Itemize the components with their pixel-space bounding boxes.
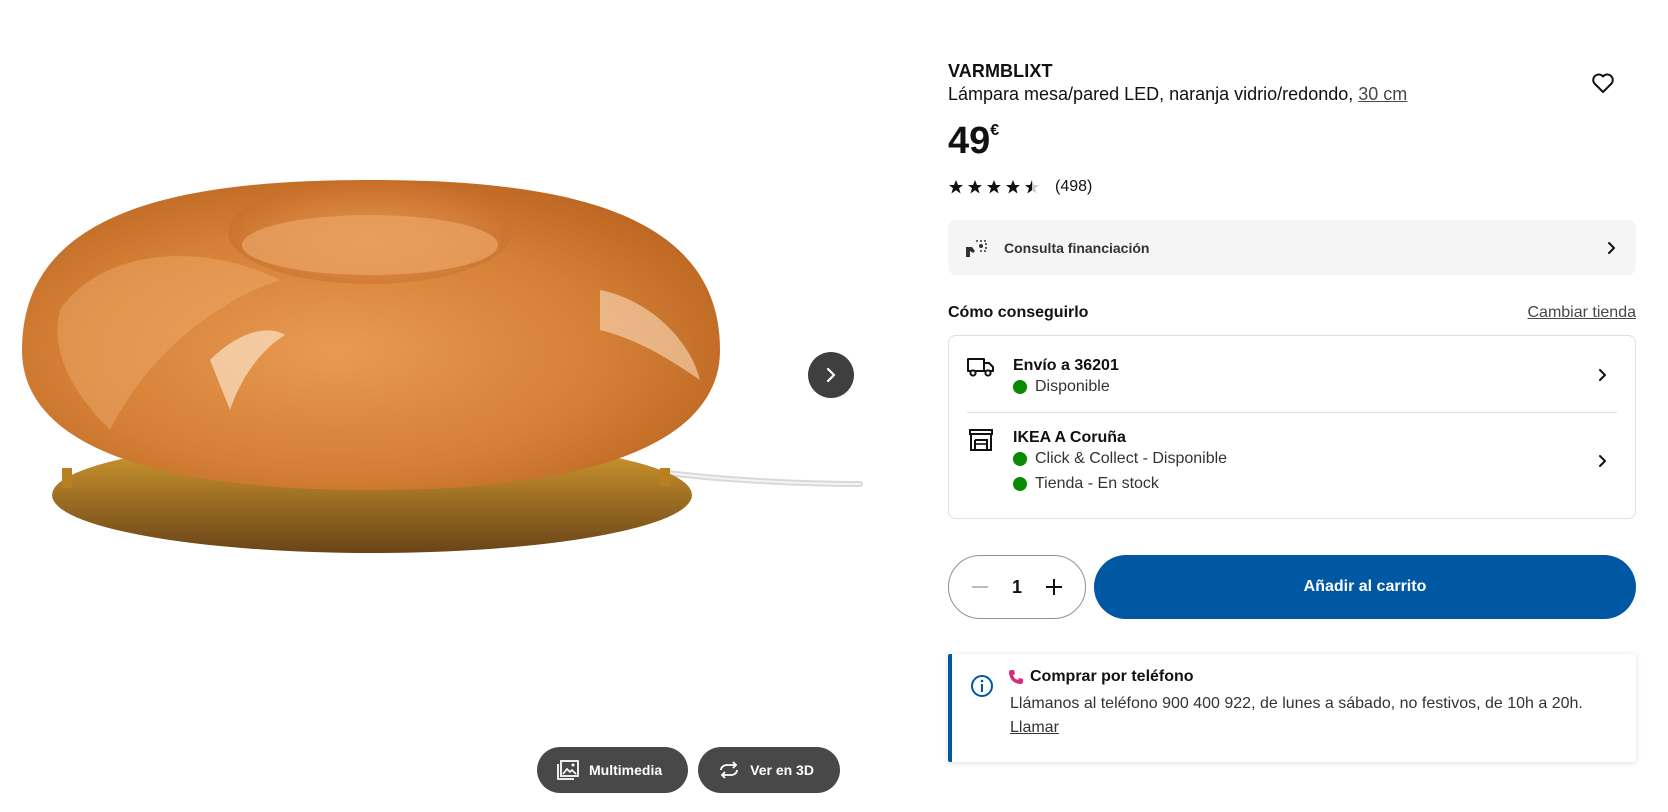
store-stock-status: Tienda - En stock: [1013, 473, 1617, 495]
product-panel: VARMBLIXT Lámpara mesa/pared LED, naranj…: [948, 0, 1636, 812]
product-rating[interactable]: (498): [948, 178, 1092, 196]
heart-icon[interactable]: [1590, 70, 1616, 96]
chevron-right-icon: [1608, 241, 1615, 254]
star-icon: [968, 180, 982, 194]
next-image-button[interactable]: [808, 352, 854, 398]
how-to-get-heading: Cómo conseguirlo: [948, 304, 1089, 321]
price-currency: €: [990, 122, 1000, 139]
quantity-value[interactable]: 1: [1012, 577, 1022, 598]
rating-stars: [948, 179, 1040, 195]
delivery-status-text: Disponible: [1035, 378, 1110, 395]
delivery-option[interactable]: Envío a 36201 Disponible: [967, 356, 1617, 400]
change-store-link[interactable]: Cambiar tienda: [1528, 304, 1637, 322]
financing-icon: [966, 239, 987, 257]
media-buttons: Multimedia Ver en 3D: [537, 747, 840, 793]
available-dot: [1013, 380, 1027, 394]
increase-quantity-button[interactable]: [1043, 576, 1065, 598]
minus-icon: [972, 586, 988, 588]
product-description-text: Lámpara mesa/pared LED, naranja vidrio/r…: [948, 84, 1359, 104]
phone-icon: [1009, 670, 1023, 684]
buy-by-phone-box: Comprar por teléfono Llámanos al teléfon…: [948, 654, 1636, 762]
product-description: Lámpara mesa/pared LED, naranja vidrio/r…: [948, 84, 1407, 105]
in-stock-dot: [1013, 477, 1027, 491]
product-price: 49€: [948, 120, 999, 162]
review-count: (498): [1055, 178, 1093, 195]
store-option[interactable]: IKEA A Coruña Click & Collect - Disponib…: [967, 428, 1617, 500]
star-icon: [1025, 180, 1039, 194]
store-icon: [967, 428, 997, 500]
decrease-quantity-button[interactable]: [969, 576, 991, 598]
chevron-right-icon: [1599, 369, 1606, 381]
multimedia-button[interactable]: Multimedia: [537, 747, 689, 793]
buy-by-phone-title: Comprar por teléfono: [1008, 668, 1194, 686]
view-3d-button[interactable]: Ver en 3D: [698, 747, 840, 793]
quantity-stepper: 1: [948, 555, 1086, 619]
view-3d-label: Ver en 3D: [750, 762, 814, 778]
lamp-product-image[interactable]: [0, 150, 870, 590]
financing-row[interactable]: Consulta financiación: [948, 220, 1636, 275]
call-link[interactable]: Llamar: [1010, 719, 1059, 737]
info-icon: [971, 675, 993, 697]
truck-icon: [967, 356, 997, 400]
chevron-right-icon: [1599, 455, 1606, 467]
star-icon: [1006, 180, 1020, 194]
product-name: VARMBLIXT: [948, 61, 1053, 81]
chevron-right-icon: [826, 367, 836, 383]
delivery-title: Envío a 36201: [1013, 357, 1119, 374]
financing-label: Consulta financiación: [1004, 239, 1150, 256]
add-to-cart-button[interactable]: Añadir al carrito: [1094, 555, 1636, 619]
availability-box: Envío a 36201 Disponible IKEA A Coruña C…: [948, 335, 1636, 519]
gallery-icon: [557, 760, 579, 780]
delivery-status: Disponible: [1013, 376, 1617, 398]
star-icon: [987, 180, 1001, 194]
plus-icon: [1045, 579, 1062, 595]
rotate-3d-icon: [720, 761, 739, 779]
product-gallery: Multimedia Ver en 3D: [0, 0, 870, 812]
price-value: 49: [948, 120, 991, 162]
buy-by-phone-text: Llámanos al teléfono 900 400 922, de lun…: [1010, 695, 1583, 712]
buy-by-phone-title-text: Comprar por teléfono: [1030, 668, 1194, 685]
size-link[interactable]: 30 cm: [1358, 84, 1407, 104]
divider: [967, 412, 1617, 413]
click-collect-status: Click & Collect - Disponible: [1013, 448, 1617, 470]
available-dot: [1013, 452, 1027, 466]
store-title: IKEA A Coruña: [1013, 429, 1126, 446]
star-icon: [949, 180, 963, 194]
click-collect-text: Click & Collect - Disponible: [1035, 450, 1228, 467]
multimedia-label: Multimedia: [589, 762, 663, 778]
store-stock-text: Tienda - En stock: [1035, 475, 1159, 492]
